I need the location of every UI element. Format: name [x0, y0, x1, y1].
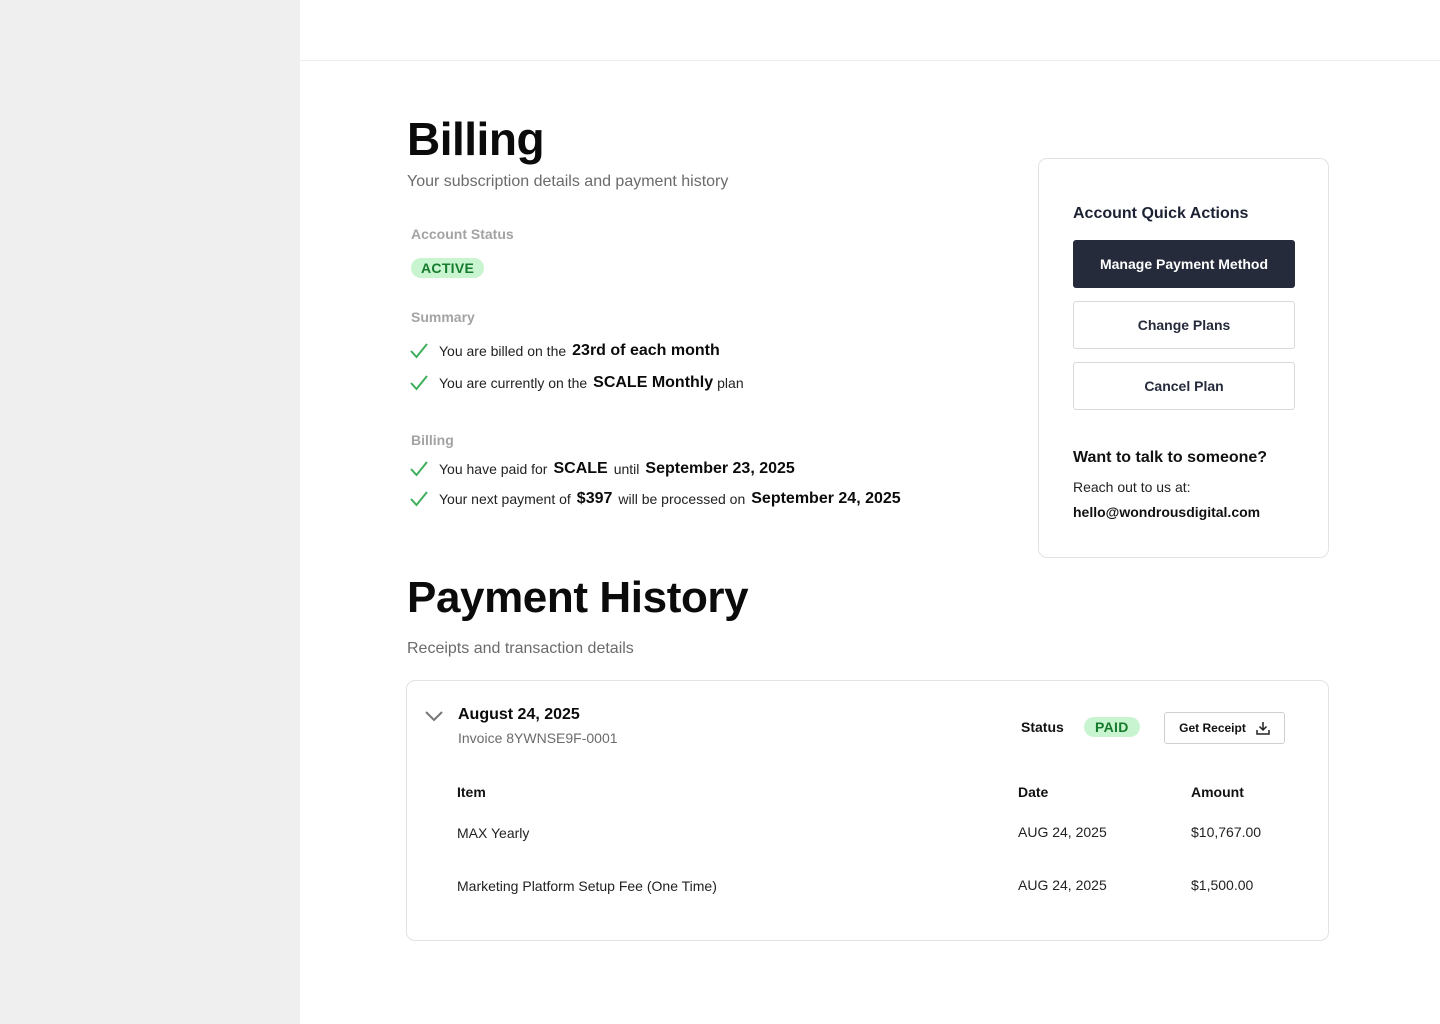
billing-label: Billing — [411, 432, 454, 448]
status-badge: ACTIVE — [411, 258, 485, 278]
next-payment-amount: $397 — [576, 490, 613, 507]
contact-title: Want to talk to someone? — [1073, 449, 1268, 466]
change-plans-button[interactable]: Change Plans — [1073, 301, 1295, 349]
billing-paid-row: You have paid for SCALE until September … — [410, 460, 801, 478]
billed-prefix-text: You are billed on the — [439, 343, 567, 359]
next-mid-text: will be processed on — [618, 491, 746, 507]
quick-actions-title: Account Quick Actions — [1073, 205, 1249, 222]
account-status-label: Account Status — [411, 226, 514, 242]
download-icon — [1256, 722, 1270, 735]
plan-prefix-text: You are currently on the — [439, 375, 588, 391]
manage-payment-method-button[interactable]: Manage Payment Method — [1073, 240, 1295, 288]
get-receipt-button[interactable]: Get Receipt — [1164, 712, 1285, 744]
chevron-down-icon[interactable] — [424, 709, 444, 723]
table-row-amount: $10,767.00 — [1191, 824, 1262, 840]
summary-plan-row: You are currently on the SCALE Monthly p… — [410, 374, 744, 392]
cancel-plan-button[interactable]: Cancel Plan — [1073, 362, 1295, 410]
summary-billed-row: You are billed on the 23rd of each month — [410, 342, 726, 360]
status-badge: PAID — [1084, 717, 1140, 737]
check-icon — [410, 343, 428, 359]
invoice-number: Invoice 8YWNSE9F-0001 — [458, 730, 618, 746]
summary-label: Summary — [411, 309, 475, 325]
check-icon — [410, 461, 428, 477]
column-header-item: Item — [457, 784, 486, 800]
plan-suffix-text: plan — [717, 375, 744, 391]
billing-next-row: Your next payment of $397 will be proces… — [410, 490, 907, 508]
paid-mid-text: until — [613, 461, 640, 477]
check-icon — [410, 491, 428, 507]
payment-history-subtitle: Receipts and transaction details — [407, 640, 634, 657]
table-row-date: AUG 24, 2025 — [1018, 877, 1107, 893]
check-icon — [410, 375, 428, 391]
next-prefix-text: Your next payment of — [439, 491, 571, 507]
page-subtitle: Your subscription details and payment hi… — [407, 173, 729, 190]
contact-email: hello@wondrousdigital.com — [1073, 504, 1261, 520]
next-payment-date: September 24, 2025 — [751, 490, 901, 507]
column-header-amount: Amount — [1191, 784, 1244, 800]
top-bar — [300, 0, 1440, 61]
contact-text: Reach out to us at: — [1073, 479, 1191, 495]
sidebar — [0, 0, 300, 1024]
invoice-date: August 24, 2025 — [458, 706, 580, 723]
paid-prefix-text: You have paid for — [439, 461, 548, 477]
paid-until-date: September 23, 2025 — [645, 460, 795, 477]
invoice-card: August 24, 2025 Invoice 8YWNSE9F-0001 St… — [406, 680, 1329, 941]
invoice-status-label: Status — [1021, 719, 1064, 735]
payment-history-title: Payment History — [407, 573, 749, 622]
get-receipt-label: Get Receipt — [1179, 721, 1246, 735]
plan-name: SCALE Monthly — [593, 374, 714, 391]
table-row-item: Marketing Platform Setup Fee (One Time) — [457, 878, 717, 894]
column-header-date: Date — [1018, 784, 1049, 800]
page-title: Billing — [407, 113, 545, 165]
table-row-date: AUG 24, 2025 — [1018, 824, 1107, 840]
paid-plan: SCALE — [553, 460, 608, 477]
billing-day: 23rd of each month — [572, 342, 720, 359]
quick-actions-card: Account Quick Actions Manage Payment Met… — [1038, 158, 1329, 558]
table-row-item: MAX Yearly — [457, 825, 530, 841]
table-row-amount: $1,500.00 — [1191, 877, 1254, 893]
